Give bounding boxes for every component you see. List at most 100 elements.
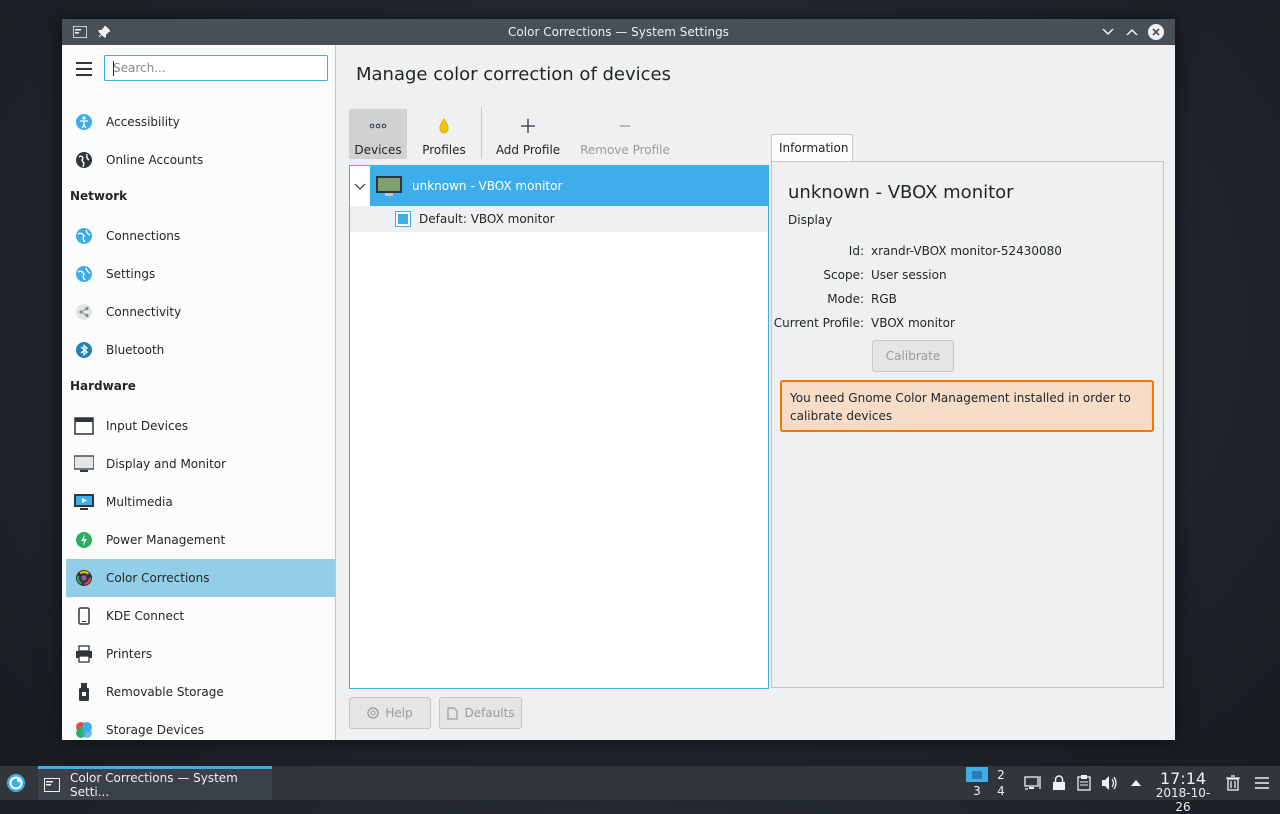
keyboard-icon <box>74 416 94 436</box>
sidebar-item-settings[interactable]: Settings <box>66 255 335 293</box>
sidebar-item-label: Online Accounts <box>106 153 204 167</box>
panel-menu-icon[interactable] <box>1253 774 1271 792</box>
device-tree[interactable]: unknown - VBOX monitor Default: VBOX mon… <box>349 165 769 689</box>
device-title: unknown - VBOX monitor <box>788 182 1014 203</box>
desktop-4[interactable]: 4 <box>990 783 1012 798</box>
devices-icon <box>369 115 387 137</box>
trash-icon[interactable] <box>1224 774 1242 792</box>
maximize-button[interactable] <box>1122 22 1142 42</box>
sidebar-item-connectivity[interactable]: Connectivity <box>66 293 335 331</box>
add-profile-button[interactable]: Add Profile <box>492 109 564 159</box>
id-label: Id: <box>848 244 864 258</box>
sidebar-item-bluetooth[interactable]: Bluetooth <box>66 331 335 369</box>
defaults-button[interactable]: Defaults <box>439 697 522 729</box>
sidebar-item-connections[interactable]: Connections <box>66 217 335 255</box>
sidebar-item-label: Display and Monitor <box>106 457 227 471</box>
device-kind: Display <box>788 213 833 227</box>
current-profile-label: Current Profile: <box>773 316 864 330</box>
bluetooth-icon <box>74 340 94 360</box>
defaults-label: Defaults <box>464 706 515 720</box>
sidebar-item-printers[interactable]: Printers <box>66 635 335 673</box>
sidebar-item-display-and-monitor[interactable]: Display and Monitor <box>66 445 335 483</box>
window-title: Color Corrections — System Settings <box>508 25 729 39</box>
network-icon[interactable] <box>1024 774 1042 792</box>
desktop-1[interactable]: 1 <box>966 767 988 782</box>
network-settings-icon <box>74 264 94 284</box>
current-profile-value: VBOX monitor <box>871 316 955 330</box>
color-wheel-icon <box>74 568 94 588</box>
hamburger-menu-icon[interactable] <box>76 62 92 76</box>
desktop-2[interactable]: 2 <box>990 767 1012 782</box>
monitor-icon <box>375 174 403 198</box>
devices-label: Devices <box>354 143 402 157</box>
task-label: Color Corrections — System Setti... <box>70 770 238 799</box>
drop-icon <box>438 115 450 137</box>
profile-name: Default: VBOX monitor <box>419 212 555 226</box>
accessibility-icon <box>74 112 94 132</box>
sidebar-item-label: Accessibility <box>106 115 180 129</box>
warning-message: You need Gnome Color Management installe… <box>780 380 1154 432</box>
sidebar-item-label: Settings <box>106 267 156 281</box>
sidebar-item-power-management[interactable]: Power Management <box>66 521 335 559</box>
tree-row-profile[interactable]: Default: VBOX monitor <box>350 206 768 232</box>
sidebar: Search... Accessibility Online Accounts … <box>62 45 336 740</box>
calibrate-button[interactable]: Calibrate <box>872 340 954 372</box>
collapse-arrow-icon[interactable] <box>354 180 366 194</box>
device-name: unknown - VBOX monitor <box>412 179 563 193</box>
globe-icon <box>74 150 94 170</box>
info-row-mode: Mode: RGB <box>772 292 1164 312</box>
lock-icon[interactable] <box>1050 774 1068 792</box>
share-icon <box>74 302 94 322</box>
sidebar-item-label: Connections <box>106 229 181 243</box>
minimize-button[interactable] <box>1098 22 1118 42</box>
sidebar-item-storage-devices[interactable]: Storage Devices <box>66 711 335 740</box>
system-tray-expand-icon[interactable] <box>1127 774 1145 792</box>
sidebar-item-label: Storage Devices <box>106 723 205 737</box>
volume-icon[interactable] <box>1101 774 1119 792</box>
sidebar-item-color-corrections[interactable]: Color Corrections <box>66 559 335 597</box>
storage-devices-icon <box>74 720 94 740</box>
profile-icon <box>395 211 411 227</box>
scope-label: Scope: <box>823 268 864 282</box>
network-globe-icon <box>74 226 94 246</box>
close-button[interactable] <box>1146 22 1166 42</box>
tree-row-device[interactable]: unknown - VBOX monitor <box>370 166 768 206</box>
section-header-network: Network <box>70 189 128 203</box>
devices-button[interactable]: Devices <box>349 109 407 159</box>
profiles-button[interactable]: Profiles <box>415 109 473 159</box>
info-row-id: Id: xrandr-VBOX monitor-52430080 <box>772 244 1164 264</box>
scope-value: User session <box>871 268 947 282</box>
sidebar-item-label: Input Devices <box>106 419 189 433</box>
sidebar-item-input-devices[interactable]: Input Devices <box>66 407 335 445</box>
plus-icon <box>520 115 536 137</box>
virtual-desktop-pager[interactable]: 1 2 3 4 <box>966 767 1012 799</box>
sidebar-item-multimedia[interactable]: Multimedia <box>66 483 335 521</box>
info-row-scope: Scope: User session <box>772 268 1164 288</box>
task-item-color-corrections[interactable]: Color Corrections — System Setti... <box>38 766 272 800</box>
sidebar-item-kde-connect[interactable]: KDE Connect <box>66 597 335 635</box>
clock-date[interactable]: 2018-10-26 <box>1150 786 1216 814</box>
mode-value: RGB <box>871 292 897 306</box>
desktop-3[interactable]: 3 <box>966 783 988 798</box>
sidebar-item-removable-storage[interactable]: Removable Storage <box>66 673 335 711</box>
application-launcher-icon[interactable] <box>6 773 26 793</box>
sidebar-item-accessibility[interactable]: Accessibility <box>66 103 335 141</box>
profiles-label: Profiles <box>422 143 466 157</box>
system-settings-icon <box>44 777 60 792</box>
remove-profile-button[interactable]: Remove Profile <box>578 109 672 159</box>
search-input[interactable]: Search... <box>104 55 328 81</box>
search-placeholder: Search... <box>113 61 166 75</box>
sidebar-item-label: Multimedia <box>106 495 173 509</box>
sidebar-item-label: Bluetooth <box>106 343 165 357</box>
clipboard-icon[interactable] <box>1075 774 1093 792</box>
title-bar[interactable]: Color Corrections — System Settings <box>62 19 1175 45</box>
sidebar-item-label: Removable Storage <box>106 685 224 699</box>
tab-information[interactable]: Information <box>771 134 853 162</box>
sidebar-item-label: Printers <box>106 647 153 661</box>
help-button[interactable]: Help <box>349 697 431 729</box>
sidebar-item-online-accounts[interactable]: Online Accounts <box>66 141 335 179</box>
sidebar-item-label: Power Management <box>106 533 226 547</box>
printer-icon <box>74 644 94 664</box>
taskbar: Color Corrections — System Setti... 1 2 … <box>0 766 1280 814</box>
defaults-icon <box>446 706 459 720</box>
